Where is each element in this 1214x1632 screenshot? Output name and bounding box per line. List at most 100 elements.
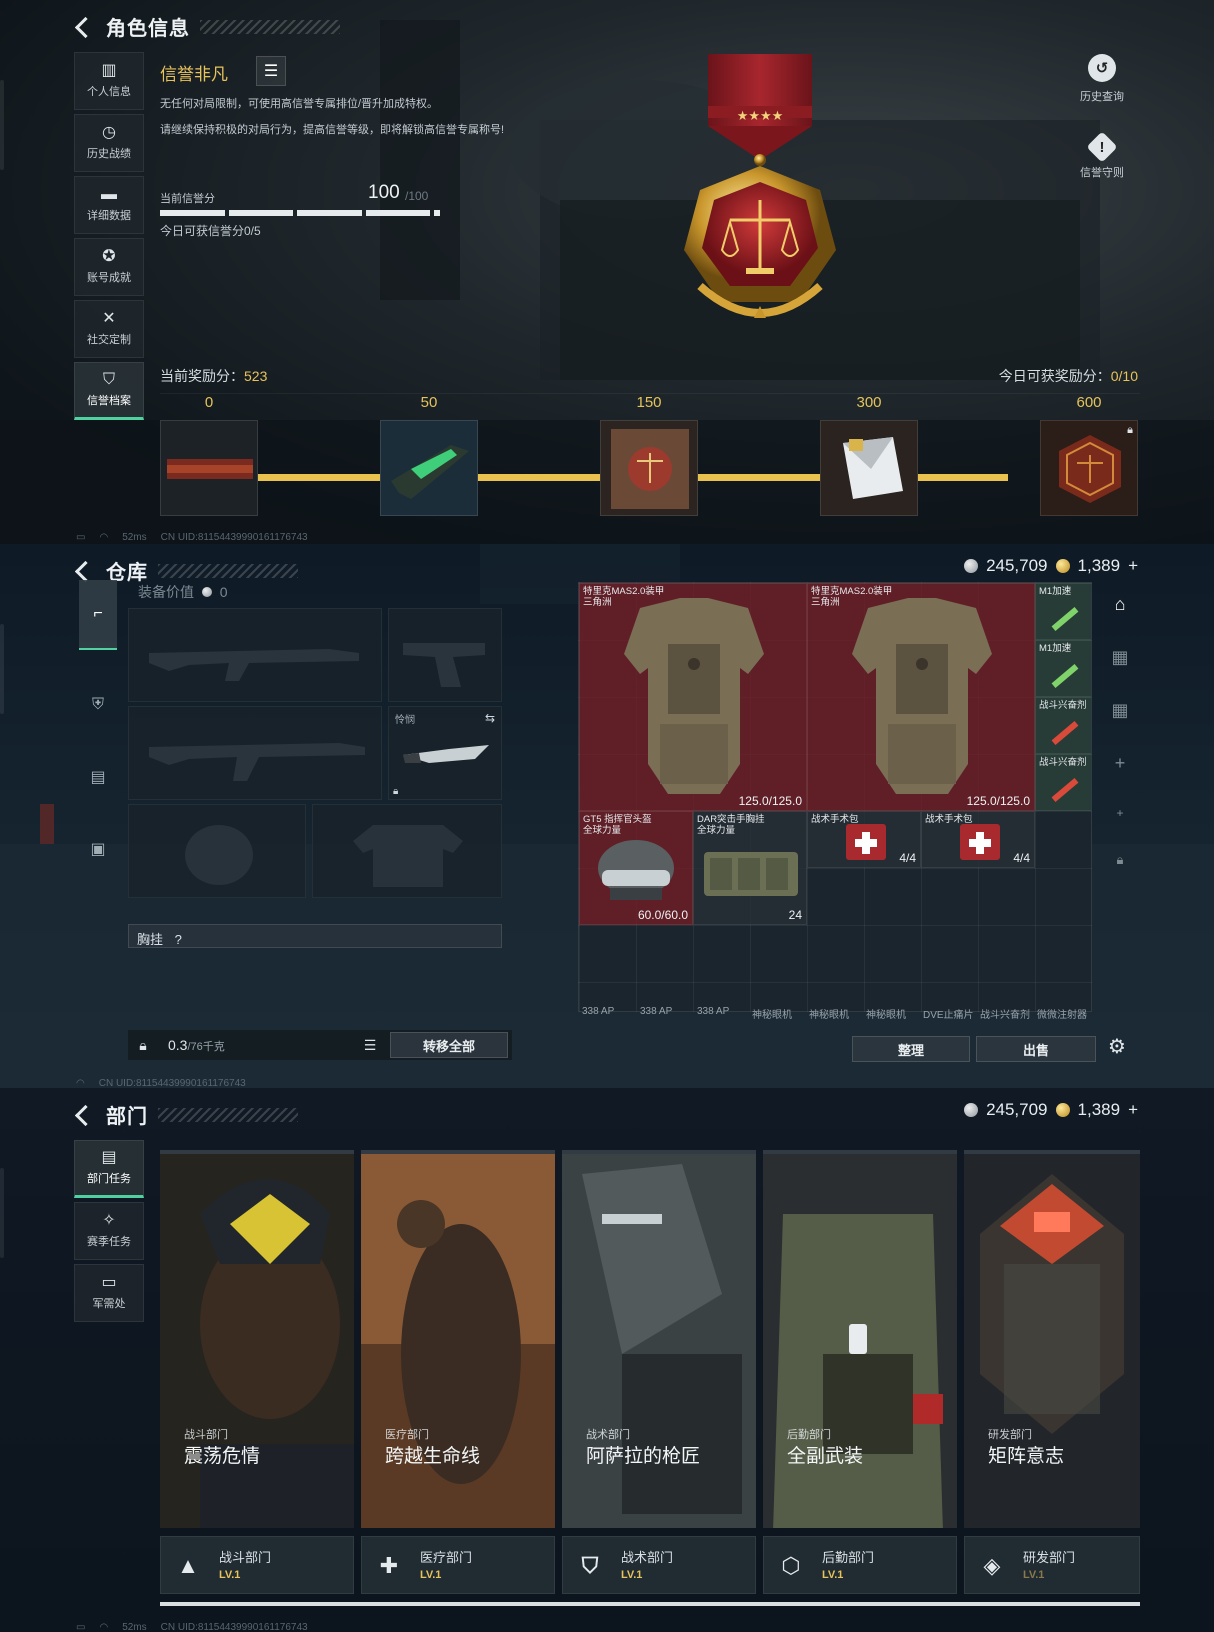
tab-cases[interactable]: ▣: [81, 832, 115, 866]
dept-footer-medical[interactable]: ✚ 医疗部门 LV.1: [361, 1536, 555, 1594]
chest-rig-item[interactable]: DAR突击手胸挂 全球力量 24: [693, 811, 807, 925]
ammo-item[interactable]: 338 AP: [640, 1006, 672, 1028]
logistics-operator-art: [763, 1154, 957, 1528]
stimulant-item[interactable]: M1加速: [1035, 640, 1091, 697]
settings-gear-icon[interactable]: ⚙: [1108, 1034, 1126, 1059]
helmet-slot[interactable]: [128, 804, 306, 898]
edge-handle: [0, 1168, 4, 1258]
list-button[interactable]: ☰: [256, 56, 286, 86]
nav-personal-info[interactable]: ▥ 个人信息: [74, 52, 144, 110]
dept-card-logistics[interactable]: 后勤部门 全副武装: [763, 1150, 957, 1528]
nav-label: 账号成就: [87, 272, 131, 284]
add-stash-icon[interactable]: +: [1115, 753, 1126, 774]
secondary-weapon-slot[interactable]: [128, 706, 382, 800]
nav-social-custom[interactable]: ✕ 社交定制: [74, 300, 144, 358]
add-currency-button[interactable]: +: [1128, 1100, 1138, 1120]
nav-credit-archive[interactable]: ⛉ 信誉档案: [74, 362, 144, 420]
dept-card-medical[interactable]: 医疗部门 跨越生命线: [361, 1150, 555, 1528]
armor-item[interactable]: 特里克MAS2.0装甲 三角洲 125.0/125.0: [579, 583, 807, 811]
helmet-item[interactable]: GT5 指挥官头盔 全球力量 60.0/60.0: [579, 811, 693, 925]
dept-footer-combat[interactable]: ▲ 战斗部门 LV.1: [160, 1536, 354, 1594]
dept-card-research[interactable]: 研发部门 矩阵意志: [964, 1150, 1140, 1528]
ammo-item[interactable]: 神秘眼机: [809, 1006, 849, 1028]
reward-today-value: 0/10: [1110, 368, 1138, 384]
dept-card-tactical[interactable]: 战术部门 阿萨拉的枪匠: [562, 1150, 756, 1528]
reward-current-value: 523: [244, 368, 268, 384]
dept-footer-research[interactable]: ◈ 研发部门 LV.1: [964, 1536, 1140, 1594]
stimulant-item[interactable]: 战斗兴奋剂: [1035, 697, 1091, 754]
stash-grid[interactable]: 特里克MAS2.0装甲 三角洲 125.0/125.0 特里克MAS2.0装甲 …: [578, 582, 1092, 1012]
item-name: 特里克MAS2.0装甲 三角洲: [811, 586, 893, 608]
pistol-icon: ⌐: [93, 605, 103, 622]
armor-item[interactable]: 特里克MAS2.0装甲 三角洲 125.0/125.0: [807, 583, 1035, 811]
reward-envelope-item[interactable]: [820, 420, 918, 516]
stimulant-item[interactable]: 战斗兴奋剂: [1035, 754, 1091, 811]
dept-footer-tactical[interactable]: ⛉ 战术部门 LV.1: [562, 1536, 756, 1594]
sort-button[interactable]: 整理: [852, 1036, 970, 1062]
nav-supply-office[interactable]: ▭ 军需处: [74, 1264, 144, 1322]
season-icon: ✧: [102, 1212, 116, 1229]
tab-weapons[interactable]: ⌐: [79, 580, 117, 650]
nav-history-record[interactable]: ◷ 历史战绩: [74, 114, 144, 172]
reward-current: 当前奖励分：523: [160, 366, 267, 386]
melee-slot[interactable]: 怜悯 ⇆ 🔒︎: [388, 706, 502, 800]
nav-season-tasks[interactable]: ✧ 赛季任务: [74, 1202, 144, 1260]
weight-value: 0.3: [168, 1036, 188, 1053]
today-score: 今日可获信誉分0/5: [160, 224, 261, 238]
stimulant-item[interactable]: M1加速: [1035, 583, 1091, 640]
rifle-silhouette: [149, 743, 365, 781]
back-icon[interactable]: [74, 560, 96, 582]
list-icon[interactable]: ☰: [356, 1033, 384, 1057]
ammo-item[interactable]: 338 AP: [697, 1006, 729, 1028]
tab-armor[interactable]: ⛨: [81, 688, 115, 722]
reward-weapon-skin[interactable]: [380, 420, 478, 516]
primary-weapon-slot[interactable]: [128, 608, 382, 702]
dept-card-combat[interactable]: 战斗部门 震荡危情: [160, 1150, 354, 1528]
add-stash-icon[interactable]: +: [1116, 806, 1123, 820]
milestone-50[interactable]: 50: [380, 394, 478, 516]
sell-button[interactable]: 出售: [976, 1036, 1096, 1062]
stash-home-icon[interactable]: ⌂: [1115, 594, 1126, 615]
lock-icon[interactable]: 🔒︎: [128, 1030, 158, 1060]
uid: CN UID:8115443999016117674​3: [160, 1622, 308, 1632]
help-icon[interactable]: ?: [175, 932, 182, 947]
weight: 0.3/76千克: [168, 1037, 225, 1054]
tactical-icon: ⛉: [581, 1553, 599, 1578]
honor-hint: 请继续保持积极的对局行为，提高信誉等级，即将解锁高信誉专属称号!: [160, 124, 505, 136]
reward-badge-item[interactable]: 🔒︎: [1040, 420, 1138, 516]
stash-box-icon[interactable]: ▦: [1111, 700, 1128, 721]
reward-card-item[interactable]: [600, 420, 698, 516]
milestone-600[interactable]: 600 🔒︎: [1040, 394, 1138, 516]
ammo-item[interactable]: 微微注射器: [1037, 1006, 1087, 1028]
ammo-item[interactable]: 战斗兴奋剂: [980, 1006, 1030, 1028]
ammo-item[interactable]: 338 AP: [582, 1006, 614, 1028]
add-currency-button[interactable]: +: [1128, 556, 1138, 576]
pistol-slot[interactable]: [388, 608, 502, 702]
transfer-all-button[interactable]: 转移全部: [390, 1032, 508, 1058]
chest-rig-slot[interactable]: 胸挂 ?: [128, 924, 502, 948]
milestone-0[interactable]: 0: [160, 394, 258, 516]
scroll-indicator[interactable]: [160, 1602, 1140, 1606]
card-title: 矩阵意志: [988, 1446, 1065, 1467]
ammo-item[interactable]: 神秘眼机: [866, 1006, 906, 1028]
medkit-item[interactable]: 战术手术包 4/4: [807, 811, 921, 868]
credit-rules-button[interactable]: ! 信誉守则: [1062, 131, 1142, 180]
history-query-button[interactable]: ↺ 历史查询: [1062, 54, 1142, 104]
armor-slot[interactable]: [312, 804, 502, 898]
banner-image: [167, 459, 253, 479]
nav-detail-data[interactable]: ▬ 详细数据: [74, 176, 144, 234]
nav-achievements[interactable]: ✪ 账号成就: [74, 238, 144, 296]
nav-label: 赛季任务: [87, 1236, 131, 1248]
ammo-item[interactable]: DVE止痛片: [923, 1006, 974, 1028]
tab-consumables[interactable]: ▤: [81, 760, 115, 794]
stash-box-icon[interactable]: ▦: [1111, 647, 1128, 668]
medkit-item[interactable]: 战术手术包 4/4: [921, 811, 1035, 868]
milestone-300[interactable]: 300: [820, 394, 918, 516]
milestone-150[interactable]: 150: [600, 394, 698, 516]
dept-footer-logistics[interactable]: ⬡ 后勤部门 LV.1: [763, 1536, 957, 1594]
nav-department-tasks[interactable]: ▤ 部门任务: [74, 1140, 144, 1198]
back-icon[interactable]: [74, 16, 96, 38]
ammo-item[interactable]: 神秘眼机: [752, 1006, 792, 1028]
reward-banner-item[interactable]: [160, 420, 258, 516]
back-icon[interactable]: [74, 1104, 96, 1126]
